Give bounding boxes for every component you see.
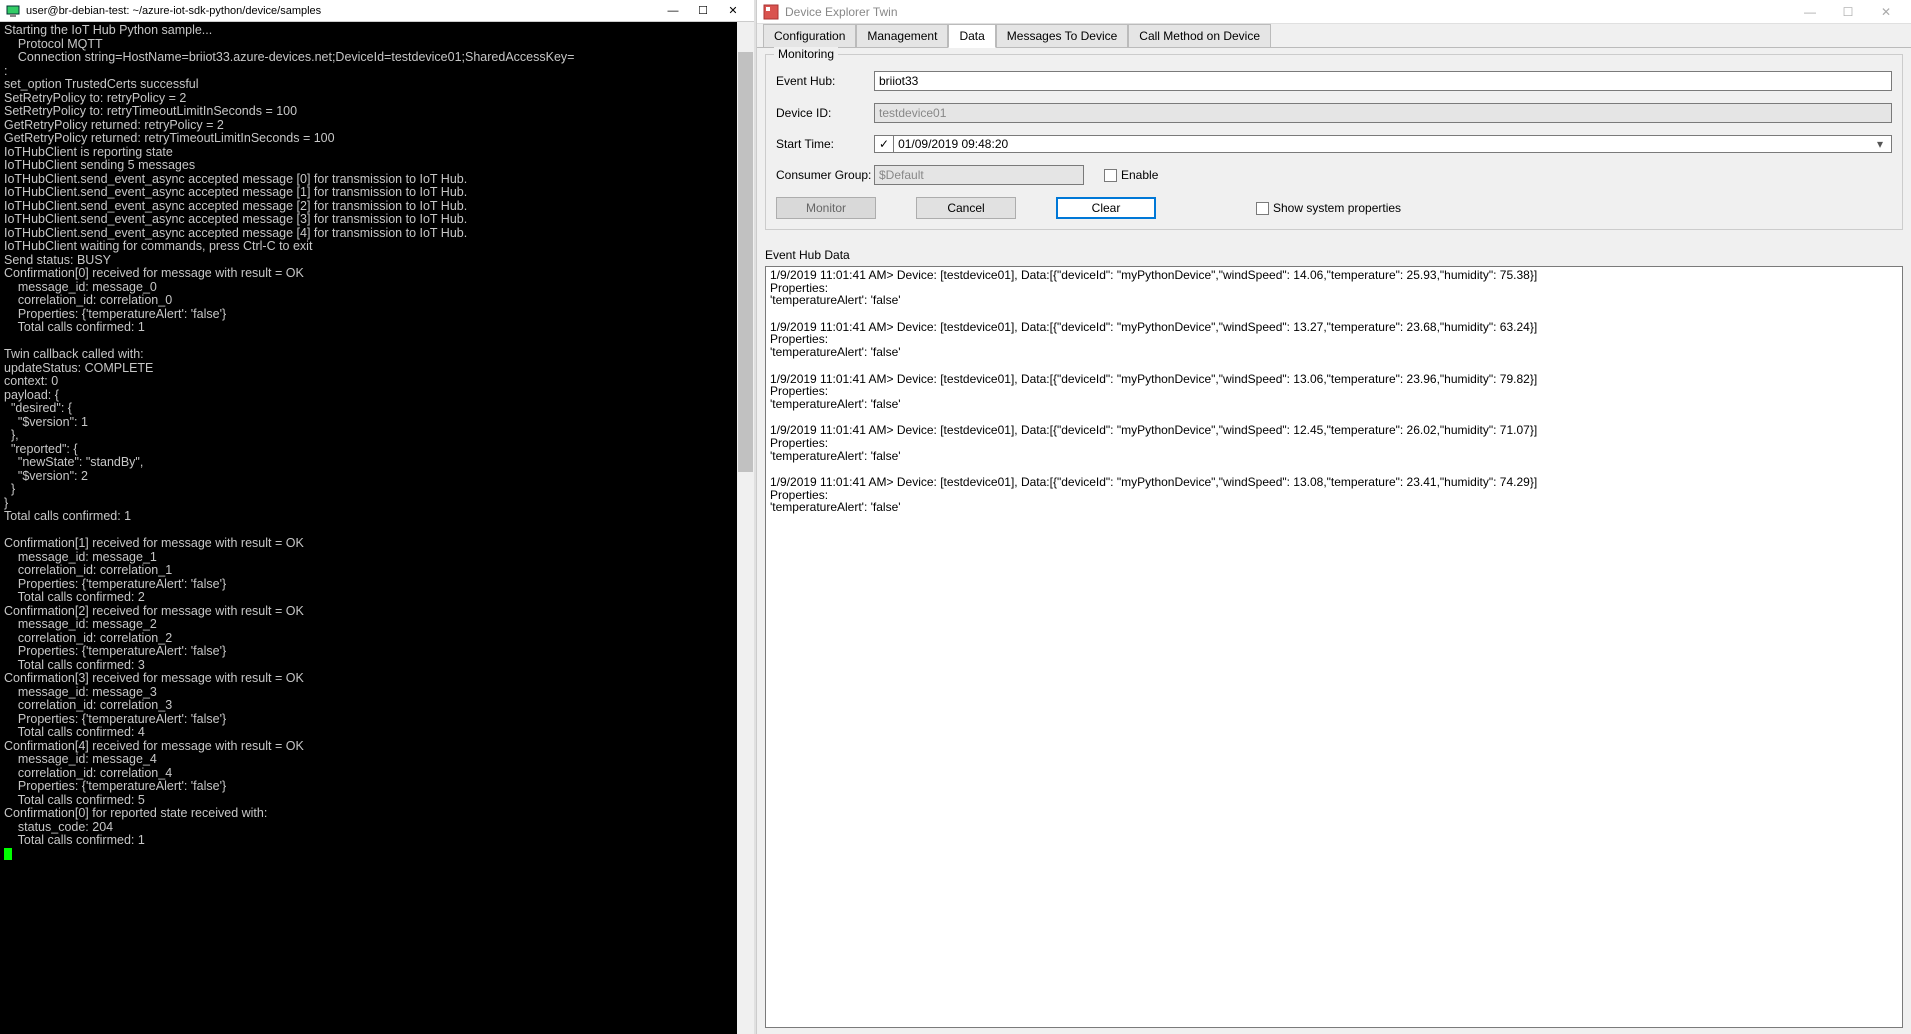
show-system-properties-checkbox[interactable]: Show system properties	[1256, 201, 1401, 215]
enable-label: Enable	[1121, 168, 1158, 182]
terminal-body[interactable]: Starting the IoT Hub Python sample... Pr…	[0, 22, 754, 1034]
show-system-label: Show system properties	[1273, 201, 1401, 215]
event-hub-data-label: Event Hub Data	[765, 248, 1903, 262]
device-id-label: Device ID:	[776, 106, 874, 120]
explorer-title: Device Explorer Twin	[785, 5, 1791, 19]
start-time-value: 01/09/2019 09:48:20	[898, 137, 1008, 151]
event-hub-message: 1/9/2019 11:01:41 AM> Device: [testdevic…	[770, 476, 1898, 514]
close-button[interactable]: ✕	[718, 1, 748, 21]
device-id-input[interactable]	[874, 103, 1892, 123]
start-time-checkbox[interactable]: ✓	[874, 135, 893, 153]
event-hub-row: Event Hub:	[776, 71, 1892, 91]
device-explorer-window: Device Explorer Twin — ☐ ✕ Configuration…	[756, 0, 1911, 1034]
event-hub-message: 1/9/2019 11:01:41 AM> Device: [testdevic…	[770, 424, 1898, 462]
monitoring-group-title: Monitoring	[774, 47, 838, 61]
tab-call-method[interactable]: Call Method on Device	[1128, 24, 1271, 47]
maximize-button[interactable]: ☐	[688, 1, 718, 21]
event-hub-message: 1/9/2019 11:01:41 AM> Device: [testdevic…	[770, 373, 1898, 411]
terminal-cursor	[4, 848, 12, 860]
terminal-window-controls: — ☐ ✕	[658, 1, 748, 21]
terminal-title: user@br-debian-test: ~/azure-iot-sdk-pyt…	[26, 5, 658, 17]
terminal-titlebar[interactable]: user@br-debian-test: ~/azure-iot-sdk-pyt…	[0, 0, 754, 22]
event-hub-data-box[interactable]: 1/9/2019 11:01:41 AM> Device: [testdevic…	[765, 266, 1903, 1028]
app-icon	[763, 4, 779, 20]
terminal-output: Starting the IoT Hub Python sample... Pr…	[4, 23, 574, 847]
tab-configuration[interactable]: Configuration	[763, 24, 856, 47]
consumer-group-label: Consumer Group:	[776, 168, 874, 182]
start-time-row: Start Time: ✓ 01/09/2019 09:48:20 ▾	[776, 135, 1892, 153]
calendar-dropdown-icon[interactable]: ▾	[1873, 137, 1887, 151]
tab-content-data: Monitoring Event Hub: Device ID: Start T…	[757, 48, 1911, 1034]
enable-checkbox[interactable]: Enable	[1104, 168, 1202, 182]
event-hub-input[interactable]	[874, 71, 1892, 91]
minimize-button[interactable]: —	[1791, 1, 1829, 23]
tab-messages-to-device[interactable]: Messages To Device	[996, 24, 1129, 47]
terminal-scrollbar[interactable]	[737, 22, 754, 1034]
tab-management[interactable]: Management	[856, 24, 948, 47]
tabstrip: Configuration Management Data Messages T…	[757, 24, 1911, 48]
consumer-group-row: Consumer Group: Enable	[776, 165, 1892, 185]
explorer-titlebar[interactable]: Device Explorer Twin — ☐ ✕	[757, 0, 1911, 24]
event-hub-message: 1/9/2019 11:01:41 AM> Device: [testdevic…	[770, 321, 1898, 359]
close-button[interactable]: ✕	[1867, 1, 1905, 23]
checkbox-icon	[1256, 202, 1269, 215]
terminal-window: user@br-debian-test: ~/azure-iot-sdk-pyt…	[0, 0, 756, 1034]
putty-icon	[6, 4, 20, 18]
monitor-button[interactable]: Monitor	[776, 197, 876, 219]
consumer-group-input[interactable]	[874, 165, 1084, 185]
explorer-window-controls: — ☐ ✕	[1791, 1, 1905, 23]
device-id-row: Device ID:	[776, 103, 1892, 123]
event-hub-message: 1/9/2019 11:01:41 AM> Device: [testdevic…	[770, 269, 1898, 307]
start-time-label: Start Time:	[776, 137, 874, 151]
start-time-field[interactable]: ✓ 01/09/2019 09:48:20 ▾	[874, 135, 1892, 153]
terminal-scrollthumb[interactable]	[738, 52, 753, 472]
button-row: Monitor Cancel Clear Show system propert…	[776, 197, 1892, 219]
cancel-button[interactable]: Cancel	[916, 197, 1016, 219]
monitoring-group: Monitoring Event Hub: Device ID: Start T…	[765, 54, 1903, 230]
maximize-button[interactable]: ☐	[1829, 1, 1867, 23]
event-hub-label: Event Hub:	[776, 74, 874, 88]
minimize-button[interactable]: —	[658, 1, 688, 21]
clear-button[interactable]: Clear	[1056, 197, 1156, 219]
tab-data[interactable]: Data	[948, 24, 995, 48]
checkbox-icon	[1104, 169, 1117, 182]
